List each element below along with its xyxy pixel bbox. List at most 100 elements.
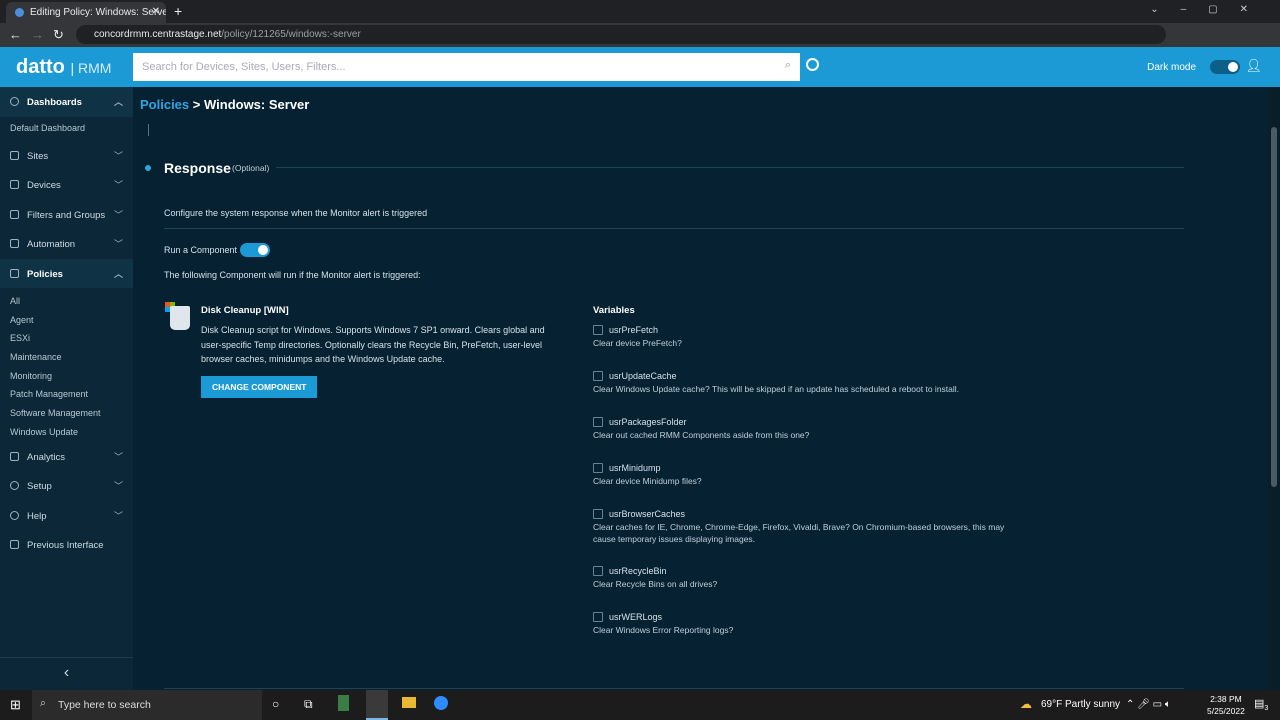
variable-name: usrPackagesFolder (609, 417, 687, 427)
sidebar: Dashboards ︿ Default Dashboard Sites ﹀ Dev… (0, 87, 133, 690)
sidebar-item-help[interactable]: Help ﹀ (0, 501, 133, 531)
response-description: Configure the system response when the M… (164, 208, 428, 218)
label: Policies (27, 268, 63, 280)
variable-name: usrWERLogs (609, 612, 663, 622)
policy-item-agent[interactable]: Agent (0, 311, 133, 330)
datto-logo[interactable]: datto | RMM (16, 56, 111, 79)
variable-checkbox[interactable] (593, 325, 603, 335)
variable-checkbox[interactable] (593, 371, 603, 381)
policy-item-all[interactable]: All (0, 292, 133, 311)
policy-item-windows-update[interactable]: Windows Update (0, 423, 133, 442)
back-icon[interactable]: ← (9, 27, 22, 42)
forward-icon[interactable]: → (31, 27, 44, 42)
zoom-app-icon[interactable] (434, 696, 448, 710)
sidebar-item-automation[interactable]: Automation ﹀ (0, 229, 133, 259)
task-view-icon[interactable]: ⧉ (304, 697, 313, 712)
sidebar-item-analytics[interactable]: Analytics ﹀ (0, 442, 133, 472)
calculator-icon[interactable] (338, 695, 349, 711)
sites-icon (10, 150, 19, 160)
time: 2:38 PM (1210, 694, 1242, 704)
breadcrumb-policies-link[interactable]: Policies (140, 97, 189, 112)
weather-text[interactable]: 69°F Partly sunny (1041, 699, 1120, 710)
clock[interactable]: 2:38 PM 5/25/2022 (1207, 693, 1245, 717)
notification-count: 3 (1264, 705, 1269, 713)
chevron-down-icon: ﹀ (113, 150, 123, 161)
policy-item-monitoring[interactable]: Monitoring (0, 367, 133, 386)
sidebar-item-devices[interactable]: Devices ﹀ (0, 170, 133, 200)
chevron-up-icon: ︿ (113, 268, 123, 279)
favicon-icon (15, 8, 24, 17)
devices-icon (10, 180, 19, 189)
label: Dashboards (27, 97, 82, 108)
divider (164, 228, 1184, 229)
sidebar-item-filters[interactable]: Filters and Groups ﹀ (0, 200, 133, 230)
chevron-down-icon: ﹀ (113, 239, 123, 249)
sidebar-item-dashboards[interactable]: Dashboards ︿ (0, 87, 133, 117)
variable-checkbox[interactable] (593, 417, 603, 427)
taskbar-search[interactable]: ⌕ Type here to search (32, 690, 262, 720)
windows-start-icon[interactable]: ⊞ (10, 697, 21, 713)
page-scrollbar[interactable] (1268, 87, 1280, 690)
filter-icon (10, 209, 19, 219)
taskbar-search-placeholder: Type here to search (58, 699, 151, 711)
change-component-button[interactable]: CHANGE COMPONENT (201, 376, 318, 398)
variable-desc: Clear device Minidump files? (593, 476, 702, 486)
label: Filters and Groups (27, 209, 106, 221)
policy-item-esxi[interactable]: ESXi (0, 329, 133, 348)
help-icon (10, 510, 19, 520)
close-tab-icon[interactable]: ✕ (152, 6, 160, 17)
variable-checkbox[interactable] (593, 566, 603, 576)
label: Previous Interface (27, 540, 104, 551)
collapse-sidebar-button[interactable]: ‹ (0, 657, 133, 690)
sidebar-item-default-dashboard[interactable]: Default Dashboard (0, 117, 133, 141)
policy-item-software-management[interactable]: Software Management (0, 404, 133, 423)
label: Help (27, 510, 47, 522)
variable-name: usrBrowserCaches (609, 509, 686, 519)
chevron-down-icon: ﹀ (113, 451, 123, 462)
variable-desc: Clear Recycle Bins on all drives? (593, 579, 718, 589)
variable-desc: Clear Windows Error Reporting logs? (593, 625, 734, 635)
breadcrumb: Policies > Windows: Server (140, 97, 309, 112)
run-component-toggle[interactable] (240, 243, 270, 257)
sidebar-item-policies[interactable]: Policies ︿ (0, 258, 133, 288)
chrome-icon[interactable] (366, 690, 388, 720)
file-explorer-icon[interactable] (402, 697, 416, 708)
label: Setup (27, 481, 52, 492)
url-field[interactable]: concordrmm.centrastage.net/policy/121265… (76, 25, 1166, 44)
history-icon[interactable] (806, 58, 819, 71)
cortana-icon[interactable]: ○ (272, 697, 279, 711)
policies-icon (10, 268, 19, 278)
section-title: Response (164, 160, 231, 176)
variable-checkbox[interactable] (593, 463, 603, 473)
label: Sites (27, 150, 49, 162)
gear-icon (10, 481, 19, 490)
dark-mode-toggle[interactable] (1210, 60, 1240, 74)
following-text: The following Component will run if the … (164, 270, 421, 280)
search-icon[interactable]: ⌕ (785, 59, 791, 72)
notifications-icon[interactable]: ▤3 (1254, 697, 1268, 712)
sidebar-item-setup[interactable]: Setup ﹀ (0, 471, 133, 501)
policy-item-maintenance[interactable]: Maintenance (0, 348, 133, 367)
new-tab-button[interactable]: + (174, 3, 182, 19)
browser-tab[interactable]: Editing Policy: Windows: Server - ✕ (6, 2, 166, 23)
policy-item-patch-management[interactable]: Patch Management (0, 385, 133, 404)
sidebar-item-sites[interactable]: Sites ﹀ (0, 141, 133, 171)
section-optional: (Optional) (232, 163, 270, 173)
global-search-input[interactable]: Search for Devices, Sites, Users, Filter… (133, 53, 800, 81)
label: Analytics (27, 451, 66, 463)
window-controls[interactable]: ⌄–▢✕ (1150, 4, 1270, 15)
search-icon: ⌕ (40, 697, 46, 709)
variable-checkbox[interactable] (593, 612, 603, 622)
variable-name: usrUpdateCache (609, 371, 677, 381)
tray-icons[interactable]: ⌃ 🎤︎ ▭ 🔈︎ (1126, 699, 1171, 710)
variable-name: usrMinidump (609, 463, 661, 473)
url-path: /policy/121265/windows:-server (221, 29, 361, 40)
variable-checkbox[interactable] (593, 509, 603, 519)
chevron-down-icon: ﹀ (113, 180, 123, 190)
component-description: Disk Cleanup script for Windows. Support… (201, 325, 545, 365)
reload-icon[interactable]: ↻ (53, 27, 64, 43)
user-icon[interactable]: 👤︎ (1245, 58, 1262, 74)
sidebar-item-previous-interface[interactable]: Previous Interface (0, 530, 133, 560)
section-bullet-icon (145, 165, 151, 171)
label: Automation (27, 239, 76, 250)
